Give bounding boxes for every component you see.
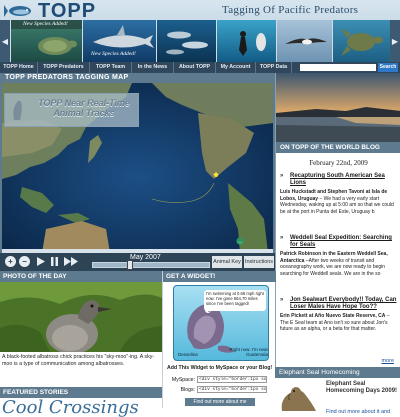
banner-photo[interactable] (332, 20, 390, 62)
blog-post-body: Patrick Robinson in the Eastern Weddell … (280, 251, 398, 277)
blog-post: » Weddell Seal Expedition: Searching for… (280, 235, 398, 277)
double-chevron-icon: » (280, 173, 284, 179)
zoom-out-button[interactable]: − (19, 256, 30, 267)
banner-photo[interactable] (216, 20, 276, 62)
double-chevron-icon: » (280, 297, 284, 303)
widget-location: Right now: I'm near Guatemala (229, 347, 268, 357)
tagging-map[interactable]: TOPP Near Real-Time Animal Tracks (2, 83, 273, 253)
site-tagline: Tagging Of Pacific Predators (222, 4, 359, 16)
seal-silhouette-icon (13, 100, 22, 120)
banner-caption: New Species Added! (91, 51, 136, 57)
chevron-right-icon[interactable]: ▶ (390, 20, 400, 62)
chevron-left-icon[interactable]: ◀ (0, 20, 10, 62)
blogs-code-row: Blogs: <div style="border:1px solid # (167, 386, 273, 394)
timeline-handle[interactable] (126, 260, 133, 270)
animal-widget-preview[interactable]: I'm swimming at 0.66 mph right now. I've… (173, 285, 269, 361)
blog-post-body: Erin Pickett at Año Nuevo State Reserve,… (280, 313, 398, 333)
blog-post-title[interactable]: Jon Sealwart Everybody!! Today, Can Lose… (290, 297, 398, 311)
widget-speech-bubble: I'm swimming at 0.66 mph right now. I've… (204, 290, 266, 311)
blog-post: » Jon Sealwart Everybody!! Today, Can Lo… (280, 297, 398, 333)
blogs-code-field[interactable]: <div style="border:1px solid # (197, 386, 267, 393)
myspace-code-row: MySpace: <div style="border:1px solid # (167, 376, 273, 384)
blog-sidebar: ON TOPP OF THE WORLD BLOG February 22nd,… (275, 73, 400, 367)
banner-photo[interactable]: New Species Added! (82, 20, 156, 62)
timeline-date: May 2007 (130, 254, 161, 261)
fast-forward-icon[interactable] (64, 257, 78, 266)
map-title: TOPP PREDATORS TAGGING MAP (5, 74, 129, 81)
get-a-widget-panel: GET A WIDGET! I'm swimming at 0.66 mph r… (162, 271, 276, 408)
map-controls: + − May 2007 Animal Key Instructions (0, 253, 275, 271)
homecoming-header: Elephant Seal Homecoming (275, 367, 400, 378)
widget-header: GET A WIDGET! (163, 271, 276, 282)
myspace-code-field[interactable]: <div style="border:1px solid # (197, 376, 267, 383)
blog-post-title[interactable]: Weddell Seal Expedition: Searching for S… (290, 235, 398, 249)
blog-more-link[interactable]: more (381, 358, 394, 364)
species-banner: ◀ New Species Added! New Species Added! (0, 20, 400, 62)
widget-animal-name: Desselina (178, 352, 198, 357)
widget-instructions: Add This Widget to MySpace or your Blog! (167, 365, 273, 371)
timeline-slider[interactable] (92, 262, 210, 268)
main-nav: TOPP Home TOPP Predators TOPP Team In th… (0, 62, 400, 73)
blog-post: » Recapturing South American Sea Lions L… (280, 173, 398, 215)
double-chevron-icon: » (280, 235, 284, 241)
blog-date: February 22nd, 2009 (309, 159, 368, 167)
nav-in-the-news[interactable]: In the News (132, 62, 174, 73)
blog-header-photo (276, 73, 400, 142)
featured-story-title[interactable]: Cool Crossings (2, 398, 139, 417)
tagging-map-panel: TOPP PREDATORS TAGGING MAP TOPP Near Rea… (0, 73, 275, 271)
topp-logo[interactable]: TOPP (4, 0, 154, 22)
blogs-label: Blogs: (180, 387, 195, 393)
search-input[interactable] (300, 64, 376, 71)
homecoming-link[interactable]: Find out more about it and (326, 409, 390, 415)
nav-topp-home[interactable]: TOPP Home (0, 62, 38, 73)
banner-photo[interactable] (276, 20, 332, 62)
instructions-tab[interactable]: Instructions (244, 256, 274, 268)
blog-post-body: Luis Huckstadt and Stephen Tavoni at Isl… (280, 189, 398, 215)
banner-photo[interactable]: New Species Added! (10, 20, 82, 62)
near-real-time-label: TOPP Near Real-Time Animal Tracks (38, 98, 130, 118)
find-out-more-button[interactable]: Find out more about me (185, 398, 255, 406)
nav-my-account[interactable]: My Account (216, 62, 256, 73)
blog-post-title[interactable]: Recapturing South American Sea Lions (290, 173, 398, 187)
zoom-in-button[interactable]: + (5, 256, 16, 267)
nav-topp-predators[interactable]: TOPP Predators (38, 62, 90, 73)
photo-caption: A black-footed albatross chick practices… (2, 354, 155, 367)
banner-photo[interactable] (156, 20, 216, 62)
blog-header: ON TOPP OF THE WORLD BLOG (276, 142, 400, 153)
photo-of-the-day-header: PHOTO OF THE DAY (0, 271, 162, 282)
near-real-time-overlay: TOPP Near Real-Time Animal Tracks (4, 93, 139, 127)
photo-of-the-day: PHOTO OF THE DAY A black-footed albatros… (0, 271, 162, 387)
banner-caption: New Species Added! (23, 21, 68, 27)
homecoming-title[interactable]: Elephant Seal Homecoming Days 2009! (326, 381, 398, 395)
albatross-chick-photo[interactable] (0, 282, 162, 352)
elephant-seal-icon (281, 387, 316, 411)
fish-logo-icon (4, 5, 31, 17)
myspace-label: MySpace: (171, 377, 195, 383)
play-icon[interactable] (36, 257, 45, 266)
nav-topp-team[interactable]: TOPP Team (90, 62, 132, 73)
site-header: TOPP Tagging Of Pacific Predators ◀ New … (0, 0, 400, 62)
animal-key-tab[interactable]: Animal Key (212, 256, 242, 268)
nav-topp-data[interactable]: TOPP Data (256, 62, 292, 73)
search-button[interactable]: Search (378, 63, 398, 72)
blog-post-author: Erin Pickett at Año Nuevo State Reserve,… (280, 313, 386, 319)
pause-icon[interactable] (50, 257, 59, 266)
nav-about-topp[interactable]: About TOPP (174, 62, 216, 73)
